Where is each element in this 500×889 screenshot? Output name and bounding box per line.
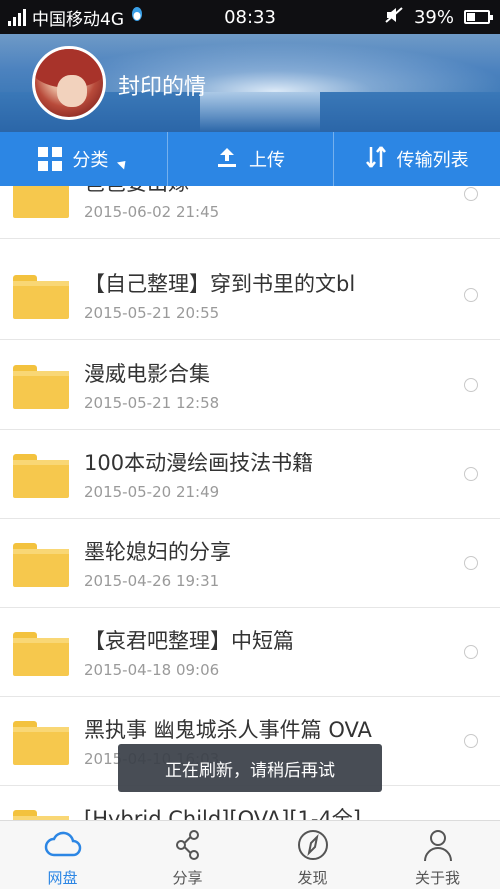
- mute-icon: [384, 6, 404, 29]
- upload-label: 上传: [249, 150, 285, 171]
- list-item[interactable]: 100本动漫绘画技法书籍 2015-05-20 21:49: [0, 430, 500, 519]
- profile-header: 封印的情: [0, 34, 500, 132]
- folder-icon: [13, 275, 69, 319]
- status-right: 39%: [384, 0, 493, 34]
- file-date: 2015-06-02 21:45: [84, 203, 220, 221]
- status-bar: 中国移动4G 08:33 39%: [0, 0, 500, 34]
- transfer-list-label: 传输列表: [396, 150, 469, 171]
- nav-share-label: 分享: [172, 869, 203, 887]
- file-name: 黑执事 幽鬼城杀人事件篇 OVA: [84, 718, 372, 742]
- file-date: 2015-05-21 20:55: [84, 304, 220, 322]
- list-item[interactable]: 【哀君吧整理】中短篇 2015-04-18 09:06: [0, 608, 500, 697]
- file-list[interactable]: 爸爸要出嫁 2015-06-02 21:45 【自己整理】穿到书里的文bl 20…: [0, 186, 500, 820]
- battery-icon: [464, 10, 493, 24]
- list-item[interactable]: 漫威电影合集 2015-05-21 12:58: [0, 341, 500, 430]
- nav-about-me-label: 关于我: [414, 869, 460, 887]
- folder-icon: [13, 454, 69, 498]
- list-item[interactable]: 【自己整理】穿到书里的文bl 2015-05-21 20:55: [0, 251, 500, 340]
- folder-icon: [13, 632, 69, 676]
- username[interactable]: 封印的情: [118, 69, 206, 101]
- battery-percent: 39%: [413, 6, 454, 28]
- file-name: 【自己整理】穿到书里的文bl: [84, 272, 356, 296]
- folder-icon: [13, 365, 69, 409]
- folder-icon: [13, 186, 69, 218]
- folder-icon: [13, 721, 69, 765]
- refresh-toast: 正在刷新，请稍后再试: [118, 744, 382, 792]
- nav-cloud-disk[interactable]: 网盘: [0, 821, 125, 889]
- grid-icon: [38, 147, 63, 171]
- select-radio[interactable]: [464, 187, 478, 201]
- nav-share[interactable]: 分享: [125, 821, 250, 889]
- transfer-list-tab[interactable]: 传输列表: [333, 132, 500, 186]
- file-name: [Hybrid Child][OVA][1-4全]: [84, 807, 361, 820]
- nav-discover-label: 发现: [297, 869, 328, 887]
- folder-icon: [13, 810, 69, 820]
- file-name: 墨轮媳妇的分享: [84, 540, 231, 564]
- upload-icon: [215, 145, 239, 174]
- dropdown-caret-icon: [117, 156, 130, 170]
- file-name: 【哀君吧整理】中短篇: [84, 629, 294, 653]
- bottom-nav: 网盘 分享 发现 关于我: [0, 820, 500, 889]
- select-radio[interactable]: [464, 734, 478, 748]
- select-radio[interactable]: [464, 556, 478, 570]
- file-date: 2015-04-26 19:31: [84, 572, 220, 590]
- list-item[interactable]: 墨轮媳妇的分享 2015-04-26 19:31: [0, 519, 500, 608]
- list-item[interactable]: 爸爸要出嫁 2015-06-02 21:45: [0, 186, 500, 239]
- transfer-icon: [365, 145, 387, 174]
- file-name: 爸爸要出嫁: [84, 186, 189, 197]
- select-radio[interactable]: [464, 467, 478, 481]
- file-date: 2015-04-18 09:06: [84, 661, 220, 679]
- upload-tab[interactable]: 上传: [166, 132, 334, 186]
- category-label: 分类: [72, 150, 109, 171]
- folder-icon: [13, 543, 69, 587]
- file-date: 2015-05-20 21:49: [84, 483, 220, 501]
- file-date: 2015-05-21 12:58: [84, 394, 220, 412]
- nav-about-me[interactable]: 关于我: [375, 821, 500, 889]
- share-icon: [175, 830, 199, 860]
- action-bar: 分类 上传 传输列表: [0, 132, 500, 186]
- avatar[interactable]: [32, 46, 106, 120]
- select-radio[interactable]: [464, 645, 478, 659]
- nav-discover[interactable]: 发现: [250, 821, 375, 889]
- file-name: 漫威电影合集: [84, 362, 210, 386]
- user-icon: [423, 830, 452, 862]
- cloud-icon: [44, 831, 81, 857]
- select-radio[interactable]: [464, 288, 478, 302]
- file-name: 100本动漫绘画技法书籍: [84, 451, 314, 475]
- select-radio[interactable]: [464, 378, 478, 392]
- nav-cloud-disk-label: 网盘: [47, 869, 78, 887]
- category-tab[interactable]: 分类: [0, 132, 167, 186]
- compass-icon: [297, 830, 328, 860]
